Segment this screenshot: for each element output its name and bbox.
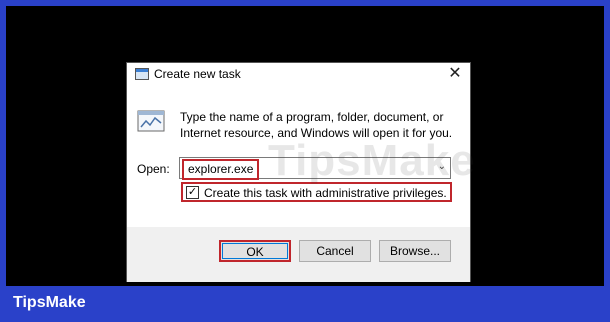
- open-input[interactable]: explorer.exe: [182, 159, 260, 180]
- cancel-button[interactable]: Cancel: [299, 240, 371, 262]
- run-program-icon: [137, 110, 165, 132]
- open-label: Open:: [137, 162, 170, 176]
- title-bar[interactable]: Create new task ✕: [127, 63, 470, 85]
- create-task-dialog: Create new task ✕ Type the name of a pro…: [126, 62, 471, 282]
- task-window-icon: [135, 68, 149, 80]
- chevron-down-icon[interactable]: ⌄: [438, 161, 446, 172]
- close-button[interactable]: ✕: [444, 64, 466, 84]
- dialog-content: Type the name of a program, folder, docu…: [127, 85, 470, 227]
- admin-privileges-option[interactable]: ✓ Create this task with administrative p…: [181, 182, 452, 202]
- brand-logo: TipsMake: [13, 294, 86, 311]
- dialog-description: Type the name of a program, folder, docu…: [180, 110, 453, 140]
- ok-button[interactable]: OK: [219, 240, 291, 262]
- open-combobox[interactable]: explorer.exe ⌄: [179, 157, 451, 180]
- dialog-footer: OK Cancel Browse...: [127, 227, 470, 282]
- admin-privileges-label[interactable]: Create this task with administrative pri…: [204, 186, 447, 200]
- admin-privileges-checkbox[interactable]: ✓: [186, 186, 199, 199]
- browse-button[interactable]: Browse...: [379, 240, 451, 262]
- dialog-title: Create new task: [154, 67, 241, 81]
